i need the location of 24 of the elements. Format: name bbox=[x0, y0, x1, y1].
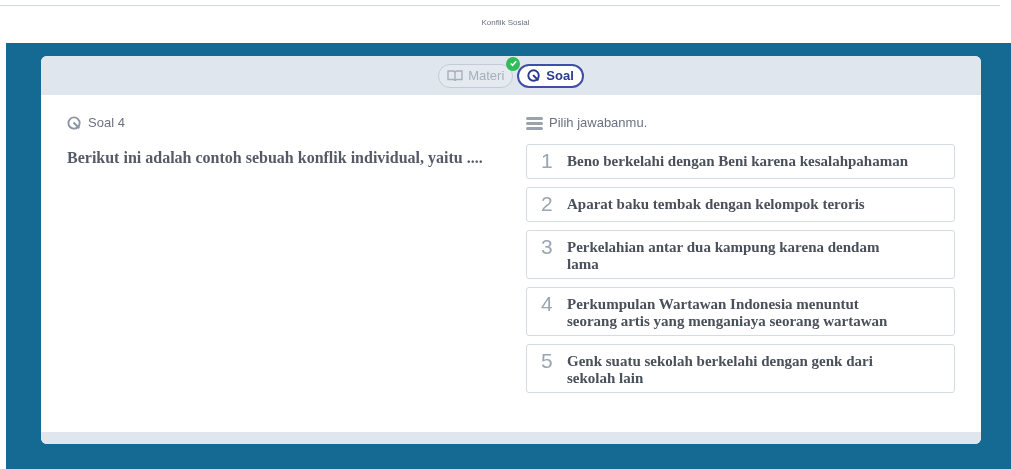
option-number: 3 bbox=[540, 236, 553, 258]
option-number: 2 bbox=[540, 193, 553, 215]
answer-option[interactable]: 5 Genk suatu sekolah berkelahi dengan genk dari sekolah lain bbox=[525, 344, 955, 393]
list-icon bbox=[525, 116, 543, 130]
answer-option[interactable]: 4 Perkumpulan Wartawan Indonesia menuntut seorang artis yang menganiaya seorang wartawan bbox=[525, 287, 955, 336]
quiz-icon bbox=[527, 68, 542, 83]
option-text: Perkumpulan Wartawan Indonesia menuntut seorang artis yang menganiaya seorang wartawan bbox=[566, 295, 889, 330]
page-title: Konflik Sosial bbox=[481, 16, 530, 29]
option-number: 4 bbox=[540, 293, 553, 315]
answers-header: Pilih jawabanmu. bbox=[548, 114, 648, 133]
quiz-icon bbox=[67, 115, 82, 131]
option-number: 5 bbox=[540, 350, 553, 372]
option-number: 1 bbox=[540, 150, 553, 172]
question-number: Soal 4 bbox=[88, 114, 125, 133]
option-text: Beno berkelahi dengan Beni karena kesalahpahaman bbox=[566, 152, 908, 170]
option-text: Genk suatu sekolah berkelahi dengan genk dari sekolah lain bbox=[566, 352, 874, 387]
answer-option[interactable]: 2 Aparat baku tembak dengan kelompok teroris bbox=[525, 187, 955, 222]
answer-option[interactable]: 1 Beno berkelahi dengan Beni karena kesalahpahaman bbox=[525, 144, 955, 179]
option-text: Perkelahian antar dua kampung karena dendam lama bbox=[566, 238, 881, 273]
book-icon bbox=[447, 69, 464, 82]
tab[interactable]: Soal bbox=[517, 63, 584, 88]
question-text: Berikut ini adalah contoh sebuah konflik individual, yaitu .... bbox=[67, 148, 484, 169]
option-text: Aparat baku tembak dengan kelompok teroris bbox=[566, 195, 865, 213]
answer-option[interactable]: 3 Perkelahian antar dua kampung karena dendam lama bbox=[525, 230, 955, 279]
